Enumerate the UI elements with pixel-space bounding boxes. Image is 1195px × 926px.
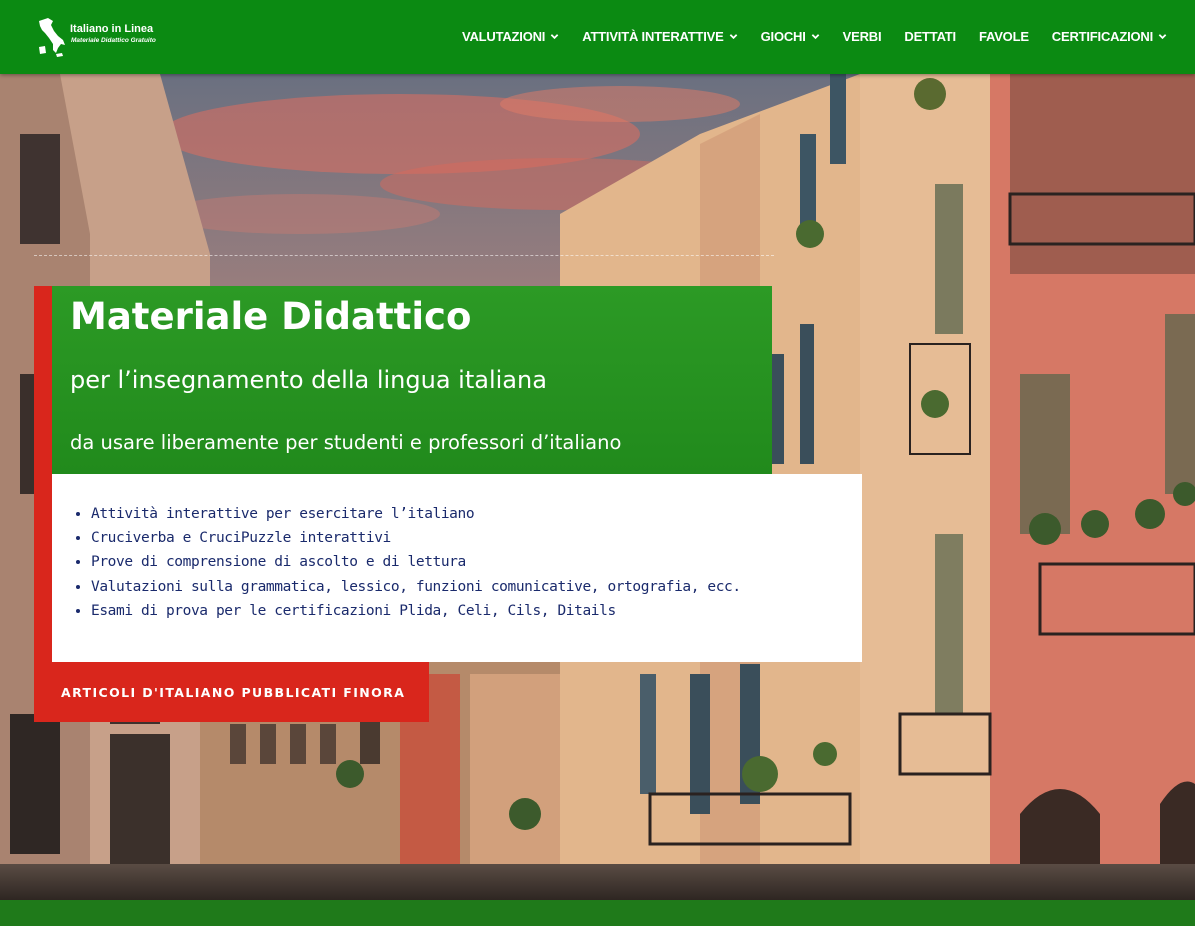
nav-label: VERBI <box>842 29 882 44</box>
nav-item-verbi[interactable]: VERBI <box>843 29 882 44</box>
top-navbar: Italiano in Linea Materiale Didattico Gr… <box>0 0 1195 74</box>
list-item: Attività interattive per esercitare l’it… <box>91 502 862 526</box>
nav-label: CERTIFICAZIONI <box>1051 29 1153 44</box>
hero-subtitle: per l’insegnamento della lingua italiana <box>70 366 547 394</box>
nav-label: DETTATI <box>904 29 956 44</box>
italy-map-icon <box>39 18 65 57</box>
nav-label: VALUTAZIONI <box>461 29 546 44</box>
nav-item-attivita-interattive[interactable]: ATTIVITÀ INTERATTIVE <box>582 29 737 44</box>
bottom-green-strip <box>0 900 1195 926</box>
nav-item-valutazioni[interactable]: VALUTAZIONI <box>462 29 559 44</box>
accent-red-bar <box>34 286 52 722</box>
page-title: Materiale Didattico <box>70 295 472 338</box>
site-logo[interactable]: Italiano in Linea Materiale Didattico Gr… <box>36 17 176 57</box>
nav-label: ATTIVITÀ INTERATTIVE <box>582 29 724 44</box>
nav-item-giochi[interactable]: GIOCHI <box>761 29 820 44</box>
decorative-divider <box>34 255 774 256</box>
list-item: Prove di comprensione di ascolto e di le… <box>91 550 862 574</box>
main-menu: VALUTAZIONI ATTIVITÀ INTERATTIVE GIOCHI … <box>439 29 1167 44</box>
hero-heading-panel: Materiale Didattico per l’insegnamento d… <box>52 286 772 474</box>
list-item: Esami di prova per le certificazioni Pli… <box>91 599 862 623</box>
articles-button[interactable]: ARTICOLI D'ITALIANO PUBBLICATI FINORA <box>34 662 429 722</box>
list-item: Valutazioni sulla grammatica, lessico, f… <box>91 575 862 599</box>
logo-subtitle: Materiale Didattico Gratuito <box>71 37 156 44</box>
logo-title: Italiano in Linea <box>70 23 154 35</box>
nav-label: GIOCHI <box>760 29 806 44</box>
nav-label: FAVOLE <box>978 29 1029 44</box>
features-panel: Attività interattive per esercitare l’it… <box>52 474 862 662</box>
nav-item-dettati[interactable]: DETTATI <box>904 29 956 44</box>
feature-list: Attività interattive per esercitare l’it… <box>52 474 862 623</box>
list-item: Cruciverba e CruciPuzzle interattivi <box>91 526 862 550</box>
nav-item-certificazioni[interactable]: CERTIFICAZIONI <box>1052 29 1167 44</box>
chevron-down-icon <box>729 34 737 40</box>
chevron-down-icon <box>1158 34 1167 40</box>
chevron-down-icon <box>811 34 819 40</box>
hero-tagline: da usare liberamente per studenti e prof… <box>70 431 622 454</box>
nav-item-favole[interactable]: FAVOLE <box>979 29 1029 44</box>
chevron-down-icon <box>550 34 559 40</box>
